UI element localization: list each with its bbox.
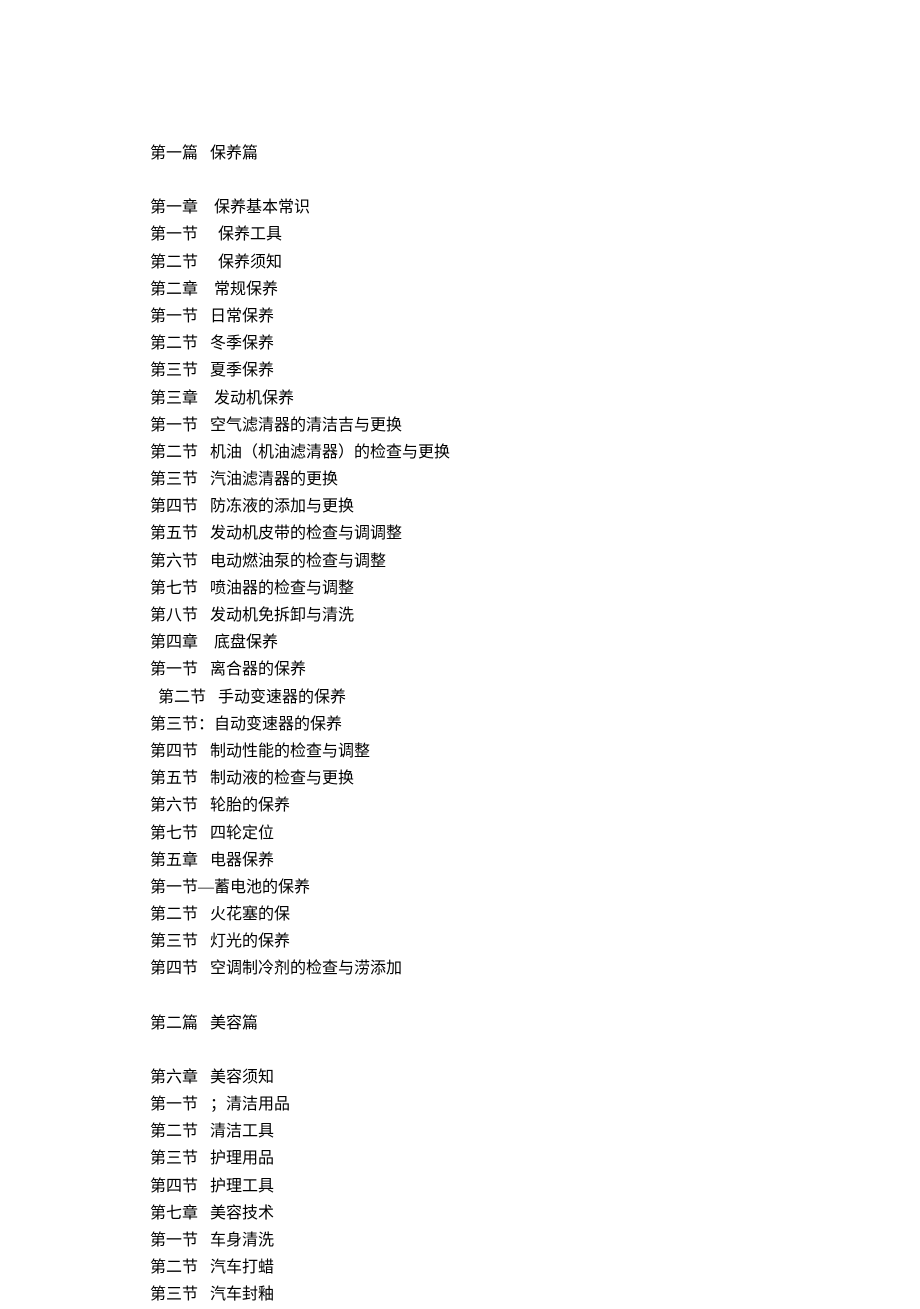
chapter-title: 第六章 美容须知 xyxy=(150,1064,770,1091)
chapter-title: 第四章 底盘保养 xyxy=(150,629,770,656)
section-item: 第一节 ；清洁用品 xyxy=(150,1091,770,1118)
section-item: 第六节 电动燃油泵的检查与调整 xyxy=(150,548,770,575)
section-item: 第五节 发动机皮带的检查与调调整 xyxy=(150,520,770,547)
part-header: 第二篇 美容篇 xyxy=(150,1010,770,1037)
section-item: 第一节 离合器的保养 xyxy=(150,656,770,683)
section-item: 第四节 护理工具 xyxy=(150,1173,770,1200)
part-header: 第一篇 保养篇 xyxy=(150,140,770,167)
section-item: 第七节 四轮定位 xyxy=(150,820,770,847)
section-item: 第三节 汽车封釉 xyxy=(150,1281,770,1308)
section-item: 第二节 保养须知 xyxy=(150,249,770,276)
section-item: 第二节 手动变速器的保养 xyxy=(150,684,770,711)
section-item: 第一节—蓄电池的保养 xyxy=(150,874,770,901)
chapter-title: 第七章 美容技术 xyxy=(150,1200,770,1227)
section-item: 第一节 空气滤清器的清洁吉与更换 xyxy=(150,412,770,439)
chapter-title: 第一章 保养基本常识 xyxy=(150,194,770,221)
section-item: 第八节 发动机免拆卸与清洗 xyxy=(150,602,770,629)
section-item: 第四节 制动性能的检查与调整 xyxy=(150,738,770,765)
section-item: 第三节 夏季保养 xyxy=(150,357,770,384)
section-item: 第二节 清洁工具 xyxy=(150,1118,770,1145)
section-item: 第三节：自动变速器的保养 xyxy=(150,711,770,738)
section-item: 第一节 车身清洗 xyxy=(150,1227,770,1254)
section-item: 第二节 机油（机油滤清器）的检查与更换 xyxy=(150,439,770,466)
section-item: 第四节 防冻液的添加与更换 xyxy=(150,493,770,520)
section-item: 第三节 灯光的保养 xyxy=(150,928,770,955)
section-item: 第三节 汽油滤清器的更换 xyxy=(150,466,770,493)
section-item: 第二节 汽车打蜡 xyxy=(150,1254,770,1281)
spacer xyxy=(150,167,770,194)
section-item: 第五节 制动液的检查与更换 xyxy=(150,765,770,792)
section-item: 第三节 护理用品 xyxy=(150,1145,770,1172)
chapter-title: 第五章 电器保养 xyxy=(150,847,770,874)
section-item: 第七节 喷油器的检查与调整 xyxy=(150,575,770,602)
document-toc: 第一篇 保养篇 第一章 保养基本常识 第一节 保养工具 第二节 保养须知 第二章… xyxy=(150,140,770,1309)
spacer xyxy=(150,983,770,1010)
chapter-title: 第二章 常规保养 xyxy=(150,276,770,303)
section-item: 第一节 日常保养 xyxy=(150,303,770,330)
spacer xyxy=(150,1037,770,1064)
section-item: 第二节 冬季保养 xyxy=(150,330,770,357)
section-item: 第二节 火花塞的保 xyxy=(150,901,770,928)
section-item: 第一节 保养工具 xyxy=(150,221,770,248)
chapter-title: 第三章 发动机保养 xyxy=(150,385,770,412)
section-item: 第四节 空调制冷剂的检查与涝添加 xyxy=(150,955,770,982)
section-item: 第六节 轮胎的保养 xyxy=(150,792,770,819)
